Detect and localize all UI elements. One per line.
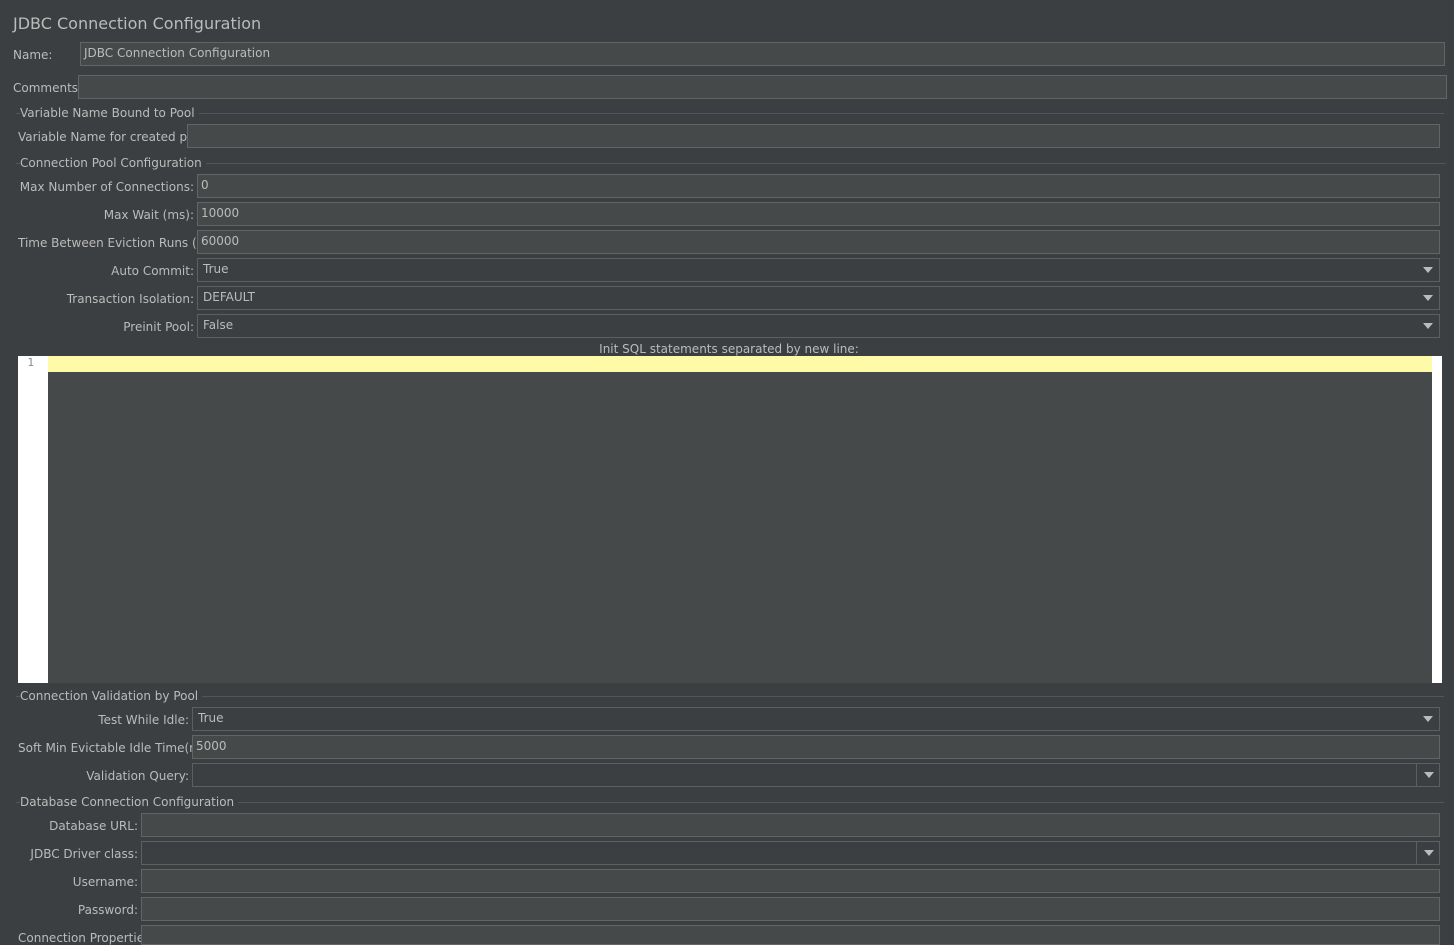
current-line-highlight <box>48 356 1432 372</box>
password-label: Password: <box>77 903 138 917</box>
eviction-runs-input[interactable]: 60000 <box>197 230 1440 254</box>
jdbc-driver-combo[interactable] <box>141 841 1440 865</box>
init-sql-editor[interactable]: 1 <box>18 356 1442 683</box>
eviction-runs-label: Time Between Eviction Runs (ms): <box>18 236 224 250</box>
soft-min-idle-label: Soft Min Evictable Idle Time(ms): <box>18 741 216 755</box>
validation-query-label: Validation Query: <box>86 769 189 783</box>
validation-query-combo[interactable] <box>192 763 1440 787</box>
comments-input[interactable] <box>78 75 1447 99</box>
name-label: Name: <box>13 48 53 62</box>
connection-properties-input[interactable] <box>141 925 1440 945</box>
pool-section-header: Connection Pool Configuration <box>16 156 1446 170</box>
validation-section-title: Connection Validation by Pool <box>20 689 203 703</box>
transaction-isolation-label: Transaction Isolation: <box>66 292 194 306</box>
chevron-down-icon <box>1424 850 1434 856</box>
comments-label: Comments: <box>13 81 83 95</box>
max-connections-label: Max Number of Connections: <box>19 180 194 194</box>
password-input[interactable] <box>141 897 1440 921</box>
soft-min-idle-input[interactable]: 5000 <box>192 735 1440 759</box>
validation-section-header: Connection Validation by Pool <box>16 689 1444 703</box>
chevron-down-icon <box>1424 772 1434 778</box>
database-section-header: Database Connection Configuration <box>16 795 1444 809</box>
database-section-title: Database Connection Configuration <box>20 795 239 809</box>
auto-commit-select[interactable]: True <box>197 258 1440 282</box>
preinit-pool-label: Preinit Pool: <box>123 320 194 334</box>
name-input[interactable]: JDBC Connection Configuration <box>80 42 1445 66</box>
username-label: Username: <box>72 875 138 889</box>
auto-commit-value: True <box>203 262 229 276</box>
variable-section-title: Variable Name Bound to Pool <box>20 106 199 120</box>
preinit-pool-select[interactable]: False <box>197 314 1440 338</box>
pool-section-title: Connection Pool Configuration <box>20 156 206 170</box>
validation-query-dropdown-button[interactable] <box>1416 764 1439 786</box>
line-number-gutter: 1 <box>18 356 48 683</box>
max-wait-label: Max Wait (ms): <box>103 208 194 222</box>
preinit-pool-value: False <box>203 318 234 332</box>
variable-name-label: Variable Name for created pool: <box>18 130 210 144</box>
line-number: 1 <box>27 356 34 369</box>
page-title: JDBC Connection Configuration <box>13 14 262 33</box>
jdbc-driver-dropdown-button[interactable] <box>1416 842 1439 864</box>
chevron-down-icon <box>1423 323 1433 329</box>
test-while-idle-value: True <box>198 711 224 725</box>
connection-properties-label: Connection Properties: <box>18 931 155 945</box>
init-sql-text-area[interactable] <box>48 356 1432 683</box>
database-url-label: Database URL: <box>49 819 138 833</box>
test-while-idle-label: Test While Idle: <box>98 713 189 727</box>
auto-commit-label: Auto Commit: <box>111 264 194 278</box>
chevron-down-icon <box>1423 295 1433 301</box>
variable-name-input[interactable] <box>187 124 1440 148</box>
username-input[interactable] <box>141 869 1440 893</box>
jdbc-driver-label: JDBC Driver class: <box>30 847 138 861</box>
variable-section-header: Variable Name Bound to Pool <box>16 106 1444 120</box>
chevron-down-icon <box>1423 716 1433 722</box>
init-sql-label: Init SQL statements separated by new lin… <box>599 342 859 356</box>
test-while-idle-select[interactable]: True <box>192 707 1440 731</box>
chevron-down-icon <box>1423 267 1433 273</box>
transaction-isolation-value: DEFAULT <box>203 290 255 304</box>
max-wait-input[interactable]: 10000 <box>197 202 1440 226</box>
max-connections-input[interactable]: 0 <box>197 174 1440 198</box>
jdbc-config-panel: JDBC Connection Configuration Name: JDBC… <box>0 0 1454 945</box>
database-url-input[interactable] <box>141 813 1440 837</box>
transaction-isolation-select[interactable]: DEFAULT <box>197 286 1440 310</box>
